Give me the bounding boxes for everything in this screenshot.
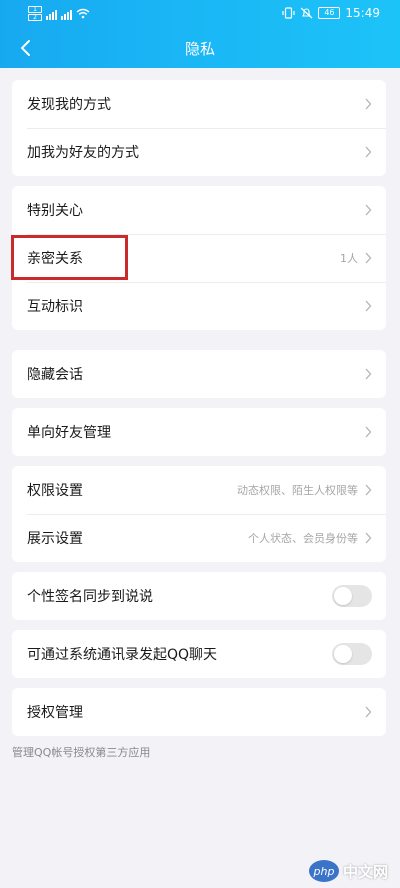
settings-group-5: 权限设置 动态权限、陌生人权限等 展示设置 个人状态、会员身份等: [12, 466, 386, 562]
row-discover-me[interactable]: 发现我的方式: [12, 80, 386, 128]
row-contacts-chat: 可通过系统通讯录发起QQ聊天: [12, 630, 386, 678]
settings-group-3: 隐藏会话: [12, 350, 386, 398]
signature-sync-toggle[interactable]: [332, 585, 372, 607]
row-authorization-management[interactable]: 授权管理: [12, 688, 386, 736]
settings-group-2: 特别关心 亲密关系 1人 互动标识: [12, 186, 386, 330]
settings-group-4: 单向好友管理: [12, 408, 386, 456]
chevron-right-icon: [365, 300, 372, 312]
row-one-way-friends[interactable]: 单向好友管理: [12, 408, 386, 456]
row-permission-settings[interactable]: 权限设置 动态权限、陌生人权限等: [12, 466, 386, 514]
contacts-chat-toggle[interactable]: [332, 643, 372, 665]
row-label: 个性签名同步到说说: [27, 589, 153, 605]
chevron-right-icon: [365, 706, 372, 718]
row-intimate-relationship[interactable]: 亲密关系 1人: [12, 234, 386, 282]
row-label: 互动标识: [27, 299, 83, 315]
chevron-right-icon: [365, 204, 372, 216]
row-label: 亲密关系: [27, 251, 83, 267]
chevron-right-icon: [365, 368, 372, 380]
status-time: 15:49: [345, 6, 380, 20]
site-watermark: php 中文网: [308, 860, 388, 882]
row-label: 发现我的方式: [27, 97, 111, 113]
row-hidden-chats[interactable]: 隐藏会话: [12, 350, 386, 398]
battery-icon: 46: [318, 7, 341, 19]
sim-icon: 12: [28, 6, 42, 21]
signal-icon-2: [61, 8, 72, 20]
watermark-text: 中文网: [342, 862, 388, 881]
app-header: 12 46 15:49 隐私: [0, 0, 400, 68]
settings-group-1: 发现我的方式 加我为好友的方式: [12, 80, 386, 176]
row-special-care[interactable]: 特别关心: [12, 186, 386, 234]
row-label: 授权管理: [27, 705, 83, 721]
row-label: 特别关心: [27, 203, 83, 219]
row-label: 加我为好友的方式: [27, 145, 139, 161]
row-signature-sync: 个性签名同步到说说: [12, 572, 386, 620]
vibrate-icon: [282, 7, 296, 19]
row-label: 单向好友管理: [27, 425, 111, 441]
chevron-right-icon: [365, 146, 372, 158]
status-bar: 12 46 15:49: [0, 0, 400, 28]
authorization-footnote: 管理QQ帐号授权第三方应用: [12, 746, 151, 759]
status-right: 46 15:49: [282, 6, 380, 20]
status-left: 12: [28, 6, 90, 21]
wifi-icon: [76, 8, 90, 19]
chevron-right-icon: [365, 252, 372, 264]
chevron-right-icon: [365, 98, 372, 110]
signal-icon: [46, 8, 57, 20]
row-value: 个人状态、会员身份等: [248, 532, 358, 545]
row-label: 隐藏会话: [27, 367, 83, 383]
page-title: 隐私: [184, 40, 215, 58]
chevron-right-icon: [365, 426, 372, 438]
chevron-right-icon: [365, 484, 372, 496]
settings-group-6: 个性签名同步到说说: [12, 572, 386, 620]
row-value: 动态权限、陌生人权限等: [237, 484, 358, 497]
mute-icon: [301, 7, 313, 19]
row-display-settings[interactable]: 展示设置 个人状态、会员身份等: [12, 514, 386, 562]
settings-group-7: 可通过系统通讯录发起QQ聊天: [12, 630, 386, 678]
row-interaction-marks[interactable]: 互动标识: [12, 282, 386, 330]
row-label: 展示设置: [27, 531, 83, 547]
settings-group-8: 授权管理: [12, 688, 386, 736]
watermark-logo: php: [308, 860, 339, 882]
row-add-me-methods[interactable]: 加我为好友的方式: [12, 128, 386, 176]
row-label: 可通过系统通讯录发起QQ聊天: [27, 647, 218, 663]
row-label: 权限设置: [27, 483, 83, 499]
row-value: 1人: [340, 252, 358, 265]
chevron-right-icon: [365, 532, 372, 544]
